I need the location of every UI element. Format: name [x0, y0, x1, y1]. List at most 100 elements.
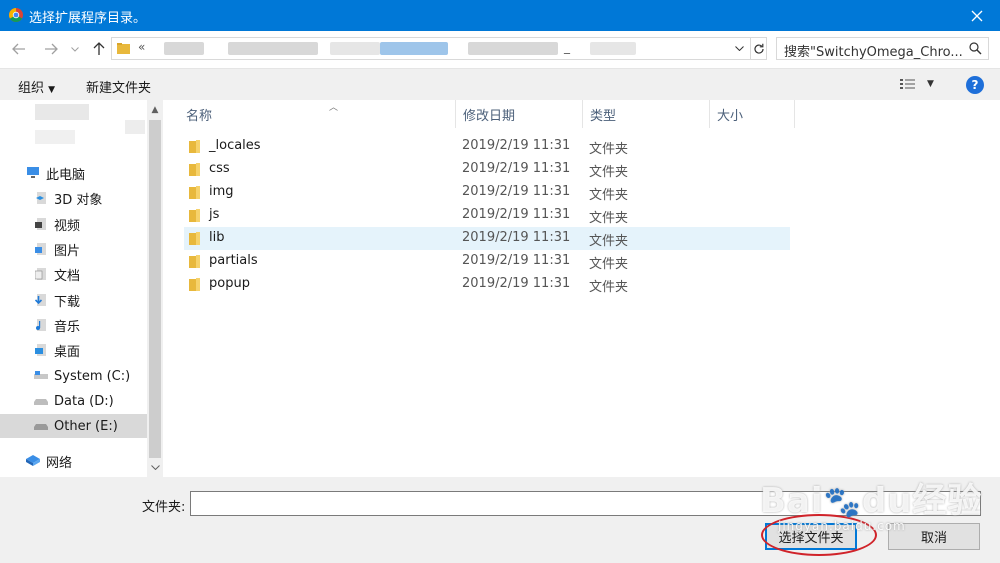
scroll-up-icon[interactable]: ▲ — [147, 102, 163, 118]
nav-item-label: 网络 — [46, 455, 73, 471]
window-title: 选择扩展程序目录。 — [29, 11, 147, 26]
video-folder-icon — [34, 217, 48, 231]
file-row[interactable]: img 2019/2/19 11:31 文件夹 — [184, 181, 790, 204]
file-date: 2019/2/19 11:31 — [462, 138, 571, 153]
documents-folder-icon — [34, 267, 48, 281]
blurred-quick-access — [35, 104, 89, 120]
folder-icon — [189, 255, 200, 268]
organize-label: 组织 — [18, 81, 45, 96]
nav-item-label: 视频 — [54, 218, 81, 234]
search-input[interactable]: 搜索"SwitchyOmega_Chro... — [784, 41, 964, 60]
address-bar[interactable]: « _ — [111, 37, 767, 60]
title-bar: 选择扩展程序目录。 — [0, 0, 1000, 31]
nav-item-network[interactable]: 网络 — [0, 449, 147, 473]
caret-down-icon: ▼ — [927, 79, 934, 89]
file-row[interactable]: popup 2019/2/19 11:31 文件夹 — [184, 273, 790, 296]
pictures-folder-icon — [34, 242, 48, 256]
nav-item-pictures[interactable]: 图片 — [0, 237, 147, 261]
file-row[interactable]: partials 2019/2/19 11:31 文件夹 — [184, 250, 790, 273]
file-date: 2019/2/19 11:31 — [462, 184, 571, 199]
command-bar: 组织 ▼ 新建文件夹 ▼ ? — [0, 68, 1000, 100]
close-button[interactable] — [954, 0, 1000, 31]
file-list: 名称 ︿ 修改日期 类型 大小 _locales 2019/2/19 11:31… — [164, 100, 1000, 477]
nav-item-desktop[interactable]: 桌面 — [0, 338, 147, 362]
view-options-button[interactable]: ▼ — [900, 78, 934, 90]
file-row[interactable]: _locales 2019/2/19 11:31 文件夹 — [184, 135, 790, 158]
blurred-path — [228, 42, 318, 55]
folder-name-input[interactable] — [190, 491, 981, 516]
drive-icon — [34, 419, 48, 433]
cancel-button[interactable]: 取消 — [888, 523, 980, 550]
nav-item-documents[interactable]: 文档 — [0, 262, 147, 286]
folder-icon — [117, 43, 130, 54]
arrow-up-icon — [93, 42, 105, 55]
column-header-type[interactable]: 类型 — [583, 100, 710, 128]
nav-item-label: 此电脑 — [46, 167, 86, 183]
nav-item-3d-objects[interactable]: 3D 对象 — [0, 186, 147, 210]
nav-item-label: 3D 对象 — [54, 192, 103, 208]
refresh-icon — [754, 43, 764, 54]
column-header-name[interactable]: 名称 ︿ — [179, 100, 456, 128]
search-icon — [969, 42, 982, 55]
help-button[interactable]: ? — [966, 76, 984, 94]
recent-locations-button[interactable] — [66, 40, 84, 58]
nav-item-drive-e[interactable]: Other (E:) — [0, 414, 147, 438]
scrollbar-thumb[interactable] — [149, 120, 161, 458]
drive-icon — [34, 394, 48, 408]
folder-icon — [189, 278, 200, 291]
file-name: popup — [209, 276, 250, 291]
address-path-suffix: _ — [564, 40, 570, 54]
address-dropdown-button[interactable] — [728, 38, 750, 59]
nav-item-videos[interactable]: 视频 — [0, 212, 147, 236]
computer-icon — [26, 166, 40, 180]
file-type: 文件夹 — [589, 257, 629, 272]
blurred-path — [330, 42, 380, 55]
column-header-size[interactable]: 大小 — [710, 100, 795, 128]
nav-item-label: 音乐 — [54, 319, 81, 335]
file-row[interactable]: js 2019/2/19 11:31 文件夹 — [184, 204, 790, 227]
nav-item-music[interactable]: 音乐 — [0, 313, 147, 337]
nav-item-label: 图片 — [54, 243, 81, 259]
file-name: _locales — [209, 138, 261, 153]
nav-item-this-pc[interactable]: 此电脑 — [0, 161, 147, 185]
organize-menu[interactable]: 组织 ▼ — [18, 77, 55, 96]
back-button[interactable] — [10, 40, 28, 58]
blurred-path — [468, 42, 558, 55]
close-icon — [971, 10, 983, 21]
forward-button[interactable] — [42, 40, 60, 58]
nav-item-label: 桌面 — [54, 344, 81, 360]
navigation-scrollbar[interactable]: ▲ — [147, 100, 163, 477]
refresh-button[interactable] — [750, 38, 767, 59]
file-row-selected[interactable]: lib 2019/2/19 11:31 文件夹 — [184, 227, 790, 250]
desktop-folder-icon — [34, 343, 48, 357]
search-box[interactable]: 搜索"SwitchyOmega_Chro... — [776, 37, 989, 60]
dialog-footer: 文件夹: 选择文件夹 取消 — [0, 477, 1000, 563]
nav-item-drive-d[interactable]: Data (D:) — [0, 389, 147, 413]
file-name: css — [209, 161, 230, 176]
column-header-date[interactable]: 修改日期 — [456, 100, 583, 128]
file-type: 文件夹 — [589, 142, 629, 157]
blurred-quick-access — [125, 120, 145, 134]
file-date: 2019/2/19 11:31 — [462, 230, 571, 245]
drive-icon — [34, 369, 48, 383]
help-icon: ? — [971, 78, 979, 92]
file-row[interactable]: css 2019/2/19 11:31 文件夹 — [184, 158, 790, 181]
breadcrumb-overflow[interactable]: « — [138, 40, 145, 54]
nav-item-drive-c[interactable]: System (C:) — [0, 364, 147, 388]
up-button[interactable] — [90, 40, 108, 58]
folder-icon — [189, 232, 200, 245]
downloads-folder-icon — [34, 293, 48, 307]
file-name: partials — [209, 253, 258, 268]
nav-item-downloads[interactable]: 下载 — [0, 288, 147, 312]
arrow-left-icon — [12, 43, 25, 55]
nav-item-label: System (C:) — [54, 368, 131, 384]
folder-icon — [189, 140, 200, 153]
file-type: 文件夹 — [589, 211, 629, 226]
folder-icon — [189, 209, 200, 222]
scroll-down-icon[interactable] — [147, 459, 163, 475]
arrow-right-icon — [45, 43, 58, 55]
select-folder-button[interactable]: 选择文件夹 — [765, 523, 857, 550]
caret-down-icon: ▼ — [48, 85, 56, 95]
network-icon — [26, 454, 40, 468]
new-folder-button[interactable]: 新建文件夹 — [86, 77, 151, 96]
